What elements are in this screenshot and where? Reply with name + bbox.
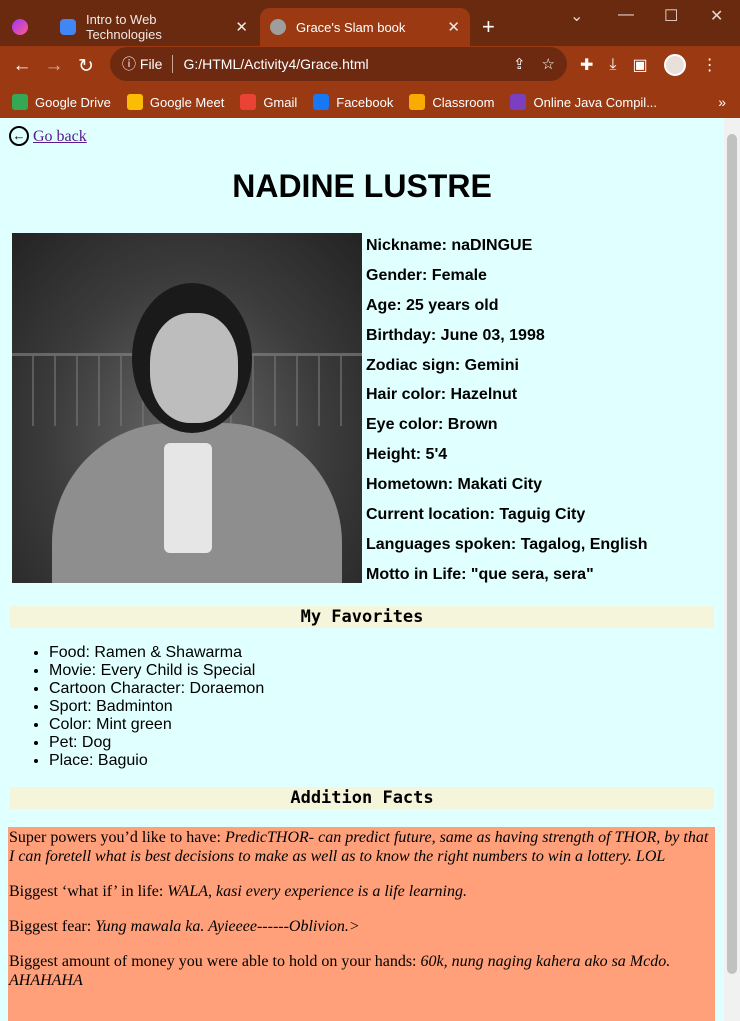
avatar[interactable] bbox=[663, 54, 686, 76]
tab-bar: Intro to Web Technologies ✕ Grace's Slam… bbox=[0, 0, 740, 46]
docs-icon bbox=[60, 19, 76, 35]
bookmark-icon bbox=[510, 94, 527, 110]
extensions-icon[interactable]: ✚ bbox=[580, 55, 593, 75]
bookmark-label: Facebook bbox=[336, 94, 394, 110]
info-line: Current location: Taguig City bbox=[366, 506, 586, 524]
star-icon[interactable]: ☆ bbox=[542, 55, 555, 73]
address-scheme: File bbox=[139, 56, 163, 72]
info-line: Languages spoken: Tagalog, English bbox=[366, 535, 648, 553]
tab-title: Grace's Slam book bbox=[296, 19, 406, 35]
fact-item: Biggest fear: Yung mawala ka. Ayieeee---… bbox=[9, 917, 714, 936]
info-line: Gender: Female bbox=[366, 266, 487, 284]
go-back-label[interactable]: Go back bbox=[33, 128, 87, 146]
facts-box: Super powers you’d like to have: PredicT… bbox=[8, 827, 715, 1021]
divider bbox=[172, 55, 174, 73]
bookmarks-bar: Google Drive Google Meet Gmail Facebook Clas… bbox=[0, 86, 740, 118]
info-line: Zodiac sign: Gemini bbox=[366, 356, 519, 374]
bookmark-label: Google Meet bbox=[149, 94, 225, 110]
bookmark-item[interactable]: Google Meet bbox=[126, 94, 225, 110]
fact-question: Biggest ‘what if’ in life: bbox=[9, 883, 168, 900]
messenger-icon bbox=[12, 19, 28, 35]
fact-item: Biggest amount of money you were able to… bbox=[9, 952, 714, 990]
toolbar-actions: ✚ ⤓ ▣ ⋮ bbox=[580, 54, 718, 76]
favorite-item: Cartoon Character: Doraemon bbox=[49, 680, 264, 698]
menu-icon[interactable]: ⋮ bbox=[702, 55, 718, 75]
fact-answer: WALA, kasi every experience is a life le… bbox=[167, 883, 467, 900]
maximize-icon[interactable]: ☐ bbox=[664, 6, 678, 26]
scrollbar-thumb[interactable] bbox=[727, 134, 737, 974]
profile-info: Nickname: naDINGUE Gender: Female Age: 25 … bbox=[366, 235, 648, 594]
info-line: Age: 25 years old bbox=[366, 296, 499, 314]
info-line: Hometown: Makati City bbox=[366, 476, 543, 494]
bookmark-icon bbox=[409, 94, 426, 110]
info-icon[interactable]: ⓘ bbox=[122, 54, 136, 74]
favorite-item: Place: Baguio bbox=[49, 752, 264, 770]
window-close-icon[interactable]: ✕ bbox=[710, 6, 723, 26]
forward-arrow-icon[interactable]: → bbox=[38, 55, 70, 77]
bookmark-icon bbox=[313, 94, 330, 110]
favorite-item: Sport: Badminton bbox=[49, 698, 264, 716]
info-line: Height: 5'4 bbox=[366, 446, 448, 464]
bookmark-icon bbox=[12, 94, 28, 110]
favorite-item: Food: Ramen & Shawarma bbox=[49, 644, 264, 662]
info-line: Hair color: Hazelnut bbox=[366, 386, 518, 404]
favorites-heading: My Favorites bbox=[10, 606, 714, 628]
tab-intro-web[interactable]: Intro to Web Technologies ✕ bbox=[50, 8, 258, 46]
favorite-item: Pet: Dog bbox=[49, 734, 264, 752]
address-bar[interactable]: ⓘ File G:/HTML/Activity4/Grace.html ⇪ ☆ bbox=[110, 47, 567, 81]
info-line: Nickname: naDINGUE bbox=[366, 237, 533, 254]
info-line: Motto in Life: "que sera, sera" bbox=[366, 565, 594, 583]
fact-item: Super powers you’d like to have: PredicT… bbox=[9, 828, 714, 866]
info-line: Birthday: June 03, 1998 bbox=[366, 326, 545, 344]
address-path: G:/HTML/Activity4/Grace.html bbox=[183, 56, 369, 72]
facts-heading: Addition Facts bbox=[10, 787, 714, 809]
bookmark-label: Gmail bbox=[263, 94, 298, 110]
bookmark-icon bbox=[240, 94, 257, 110]
bookmark-item[interactable]: Google Drive bbox=[12, 94, 111, 110]
bookmark-label: Google Drive bbox=[35, 94, 111, 110]
new-tab-icon[interactable]: + bbox=[482, 14, 495, 40]
bookmark-item[interactable]: Classroom bbox=[409, 94, 494, 110]
share-icon[interactable]: ⇪ bbox=[513, 55, 526, 73]
fact-question: Super powers you’d like to have: bbox=[9, 829, 225, 846]
favorite-item: Color: Mint green bbox=[49, 716, 264, 734]
side-panel-icon[interactable]: ▣ bbox=[632, 55, 647, 75]
minimize-icon[interactable]: — bbox=[618, 6, 634, 24]
tab-messenger[interactable] bbox=[12, 8, 48, 46]
bookmark-item[interactable]: Online Java Compil... bbox=[510, 94, 657, 110]
scrollbar[interactable] bbox=[724, 118, 740, 1021]
favorites-list: Food: Ramen & ShawarmaMovie: Every Child… bbox=[9, 644, 264, 770]
go-back-link[interactable]: ← Go back bbox=[9, 126, 87, 146]
profile-photo bbox=[12, 233, 362, 583]
close-icon[interactable]: ✕ bbox=[447, 18, 460, 36]
fact-question: Biggest amount of money you were able to… bbox=[9, 953, 421, 970]
page-viewport: ← Go back NADINE LUSTRE Nickname: naDING… bbox=[0, 118, 724, 1021]
favorite-item: Movie: Every Child is Special bbox=[49, 662, 264, 680]
bookmarks-more-icon[interactable]: » bbox=[718, 94, 726, 110]
close-icon[interactable]: ✕ bbox=[235, 18, 248, 36]
page-title: NADINE LUSTRE bbox=[232, 168, 492, 204]
back-circle-icon: ← bbox=[9, 126, 29, 146]
tab-title: Intro to Web Technologies bbox=[85, 12, 162, 42]
tab-active-slam-book[interactable]: Grace's Slam book ✕ bbox=[260, 8, 470, 46]
bookmark-icon bbox=[126, 94, 143, 110]
bookmark-item[interactable]: Facebook bbox=[313, 94, 393, 110]
fact-question: Biggest fear: bbox=[9, 918, 96, 935]
back-arrow-icon[interactable]: ← bbox=[6, 55, 38, 77]
bookmark-label: Classroom bbox=[432, 94, 495, 110]
chevron-down-icon[interactable]: ⌄ bbox=[570, 6, 583, 26]
bookmark-item[interactable]: Gmail bbox=[240, 94, 297, 110]
fact-answer: Yung mawala ka. Ayieeee------Oblivion.> bbox=[95, 918, 360, 935]
globe-icon bbox=[270, 19, 286, 35]
fact-item: Biggest ‘what if’ in life: WALA, kasi ev… bbox=[9, 882, 714, 901]
info-line: Eye color: Brown bbox=[366, 416, 498, 434]
download-icon[interactable]: ⤓ bbox=[609, 56, 616, 74]
bookmark-label: Online Java Compil... bbox=[533, 94, 658, 110]
reload-icon[interactable]: ↻ bbox=[70, 55, 102, 78]
